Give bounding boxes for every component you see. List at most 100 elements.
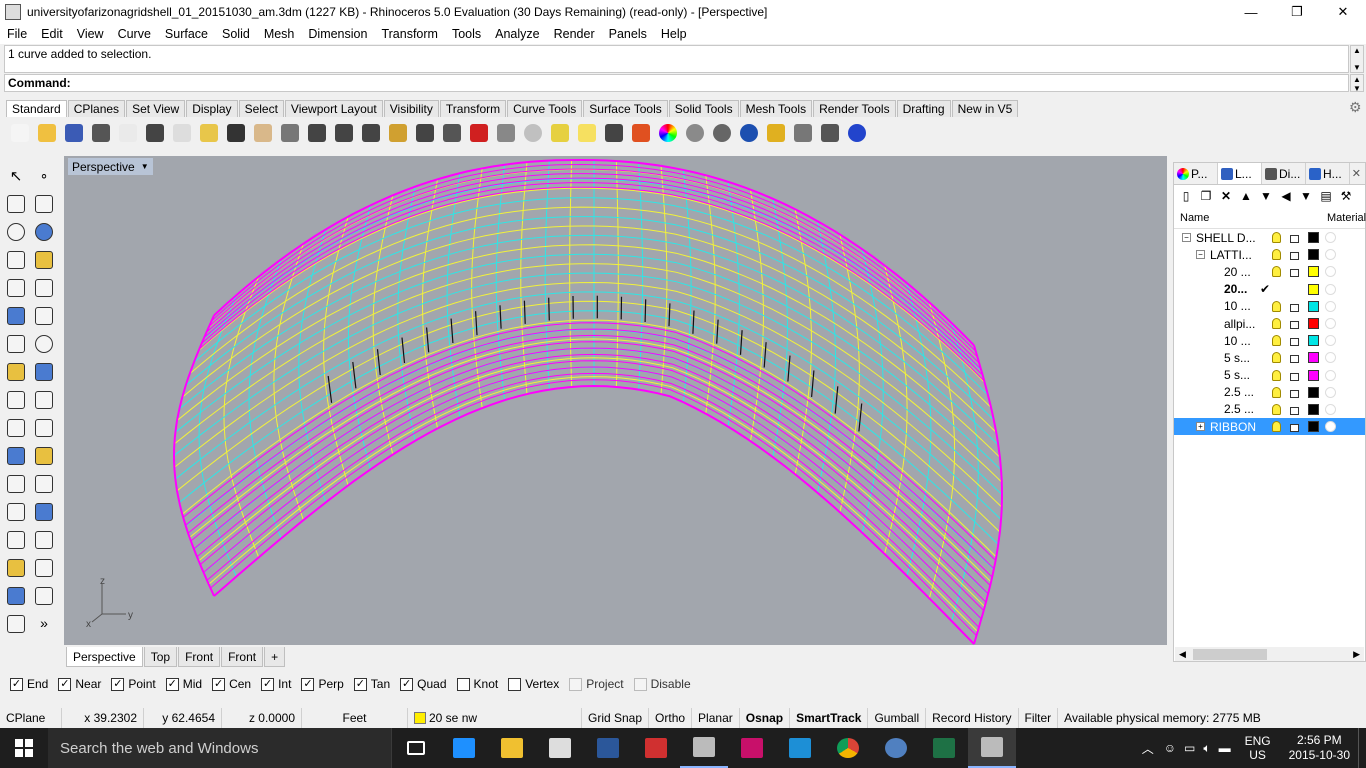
rhino-active-taskbar-button[interactable] <box>968 728 1016 768</box>
layer-row[interactable]: 20 ... <box>1174 263 1365 280</box>
material-column-header[interactable]: Material <box>1327 212 1366 224</box>
rectangle-tool[interactable] <box>30 246 58 274</box>
menu-item-file[interactable]: File <box>0 27 34 41</box>
file-explorer-taskbar-button[interactable] <box>488 728 536 768</box>
grips-button[interactable] <box>816 120 843 146</box>
close-button[interactable]: ✕ <box>1320 0 1366 24</box>
layer-color-swatch[interactable] <box>1308 266 1319 278</box>
layer-visibility-bulb-icon[interactable] <box>1272 335 1281 347</box>
fillet-curve-tool[interactable] <box>30 274 58 302</box>
layer-color-swatch[interactable] <box>1308 352 1319 364</box>
menu-item-render[interactable]: Render <box>547 27 602 41</box>
menu-item-view[interactable]: View <box>70 27 111 41</box>
curve-points-tool[interactable] <box>30 190 58 218</box>
store-taskbar-button[interactable] <box>536 728 584 768</box>
layer-color-swatch[interactable] <box>1308 318 1319 330</box>
explode-tool[interactable] <box>2 386 30 414</box>
toolbar-settings-gear-icon[interactable]: ⚙ <box>1349 99 1362 116</box>
four-viewports-button[interactable] <box>411 120 438 146</box>
osnap-quad[interactable]: ✓ Quad <box>400 677 447 691</box>
layer-material-icon[interactable] <box>1325 266 1336 278</box>
osnap-project-checkbox[interactable] <box>569 677 583 691</box>
panel-tab-properties[interactable]: P... <box>1174 163 1218 184</box>
settings-button[interactable] <box>789 120 816 146</box>
osnap-perp-checkbox[interactable]: ✓ <box>301 677 315 691</box>
save-button[interactable] <box>60 120 87 146</box>
zoom-selected-button[interactable] <box>384 120 411 146</box>
rotate-view-button[interactable] <box>276 120 303 146</box>
panel-tab-display[interactable]: Di... <box>1262 163 1306 184</box>
layer-visibility-bulb-icon[interactable] <box>1272 352 1281 364</box>
layer-material-icon[interactable] <box>1325 352 1336 364</box>
layer-row[interactable]: 2.5 ... <box>1174 384 1365 401</box>
chrome-taskbar-button[interactable] <box>824 728 872 768</box>
layer-row[interactable]: 20... ✔ <box>1174 281 1365 298</box>
layer-lock-icon[interactable] <box>1290 320 1299 329</box>
osnap-near[interactable]: ✓ Near <box>58 677 101 691</box>
layer-visibility-bulb-icon[interactable] <box>1272 421 1281 433</box>
boolean-tool[interactable] <box>2 442 30 470</box>
tools-hammer-icon[interactable]: ⚒ <box>1338 188 1354 204</box>
expand-icon[interactable]: + <box>1196 422 1205 432</box>
osnap-tan-checkbox[interactable]: ✓ <box>353 677 367 691</box>
join-tool[interactable] <box>30 386 58 414</box>
move-parent-icon[interactable]: ◀ <box>1278 188 1294 204</box>
viewport-tab-top[interactable]: Top <box>143 647 178 667</box>
mesh-tool[interactable] <box>30 358 58 386</box>
panel-close-icon[interactable]: ✕ <box>1352 163 1365 184</box>
box-tool[interactable] <box>2 330 30 358</box>
menu-item-dimension[interactable]: Dimension <box>301 27 374 41</box>
array-tool[interactable] <box>30 442 58 470</box>
layer-material-icon[interactable] <box>1325 369 1336 381</box>
menu-item-mesh[interactable]: Mesh <box>257 27 302 41</box>
osnap-disable-checkbox[interactable] <box>633 677 647 691</box>
copy-button[interactable] <box>168 120 195 146</box>
command-scrollbar[interactable]: ▲ ▼ <box>1350 74 1364 93</box>
toolbar-tab-drafting[interactable]: Drafting <box>896 100 951 117</box>
layer-visibility-bulb-icon[interactable] <box>1272 232 1281 244</box>
menu-item-surface[interactable]: Surface <box>158 27 215 41</box>
cut-button[interactable] <box>141 120 168 146</box>
layer-visibility-bulb-icon[interactable] <box>1272 386 1281 398</box>
start-button[interactable] <box>0 728 48 768</box>
app-red-taskbar-button[interactable] <box>632 728 680 768</box>
menu-item-panels[interactable]: Panels <box>602 27 654 41</box>
filter-button[interactable] <box>762 120 789 146</box>
text-tool[interactable] <box>2 498 30 526</box>
osnap-mid[interactable]: ✓ Mid <box>165 677 202 691</box>
sphere-blue-button[interactable] <box>735 120 762 146</box>
clock[interactable]: 2:56 PM 2015-10-30 <box>1289 733 1350 763</box>
split-tool[interactable] <box>30 414 58 442</box>
layer-material-icon[interactable] <box>1325 403 1336 415</box>
osnap-toggle[interactable]: Osnap <box>740 708 791 728</box>
osnap-point-checkbox[interactable]: ✓ <box>111 677 125 691</box>
menu-item-curve[interactable]: Curve <box>111 27 158 41</box>
trim-tool[interactable] <box>2 414 30 442</box>
layer-material-icon[interactable] <box>1325 232 1336 244</box>
command-input[interactable]: Command: <box>4 74 1349 92</box>
collapse-icon[interactable]: − <box>1182 233 1191 243</box>
help-button[interactable] <box>843 120 870 146</box>
restore-button[interactable]: ❐ <box>1274 0 1320 24</box>
move-up-icon[interactable]: ▲ <box>1238 188 1254 204</box>
delete-layer-icon[interactable]: ✕ <box>1218 188 1234 204</box>
new-sublayer-icon[interactable]: ❐ <box>1198 188 1214 204</box>
osnap-mid-checkbox[interactable]: ✓ <box>165 677 179 691</box>
layer-lock-icon[interactable] <box>1290 303 1299 312</box>
dimension-tool[interactable] <box>30 498 58 526</box>
panel-tab-help-panel[interactable]: H... <box>1306 163 1350 184</box>
osnap-quad-checkbox[interactable]: ✓ <box>400 677 414 691</box>
layer-color-swatch[interactable] <box>1308 335 1319 347</box>
properties-tool[interactable] <box>30 582 58 610</box>
name-column-header[interactable]: Name <box>1180 212 1209 224</box>
arc-tool[interactable] <box>2 274 30 302</box>
toolbar-tab-cplanes[interactable]: CPlanes <box>67 100 126 117</box>
new-file-button[interactable] <box>6 120 33 146</box>
toolbar-tab-solid-tools[interactable]: Solid Tools <box>668 100 739 117</box>
collapse-icon[interactable]: − <box>1196 250 1205 260</box>
osnap-point[interactable]: ✓ Point <box>111 677 156 691</box>
layer-visibility-bulb-icon[interactable] <box>1272 369 1281 381</box>
osnap-cen-checkbox[interactable]: ✓ <box>212 677 226 691</box>
osnap-int-checkbox[interactable]: ✓ <box>261 677 275 691</box>
people-icon[interactable]: ☺ <box>1164 741 1176 755</box>
